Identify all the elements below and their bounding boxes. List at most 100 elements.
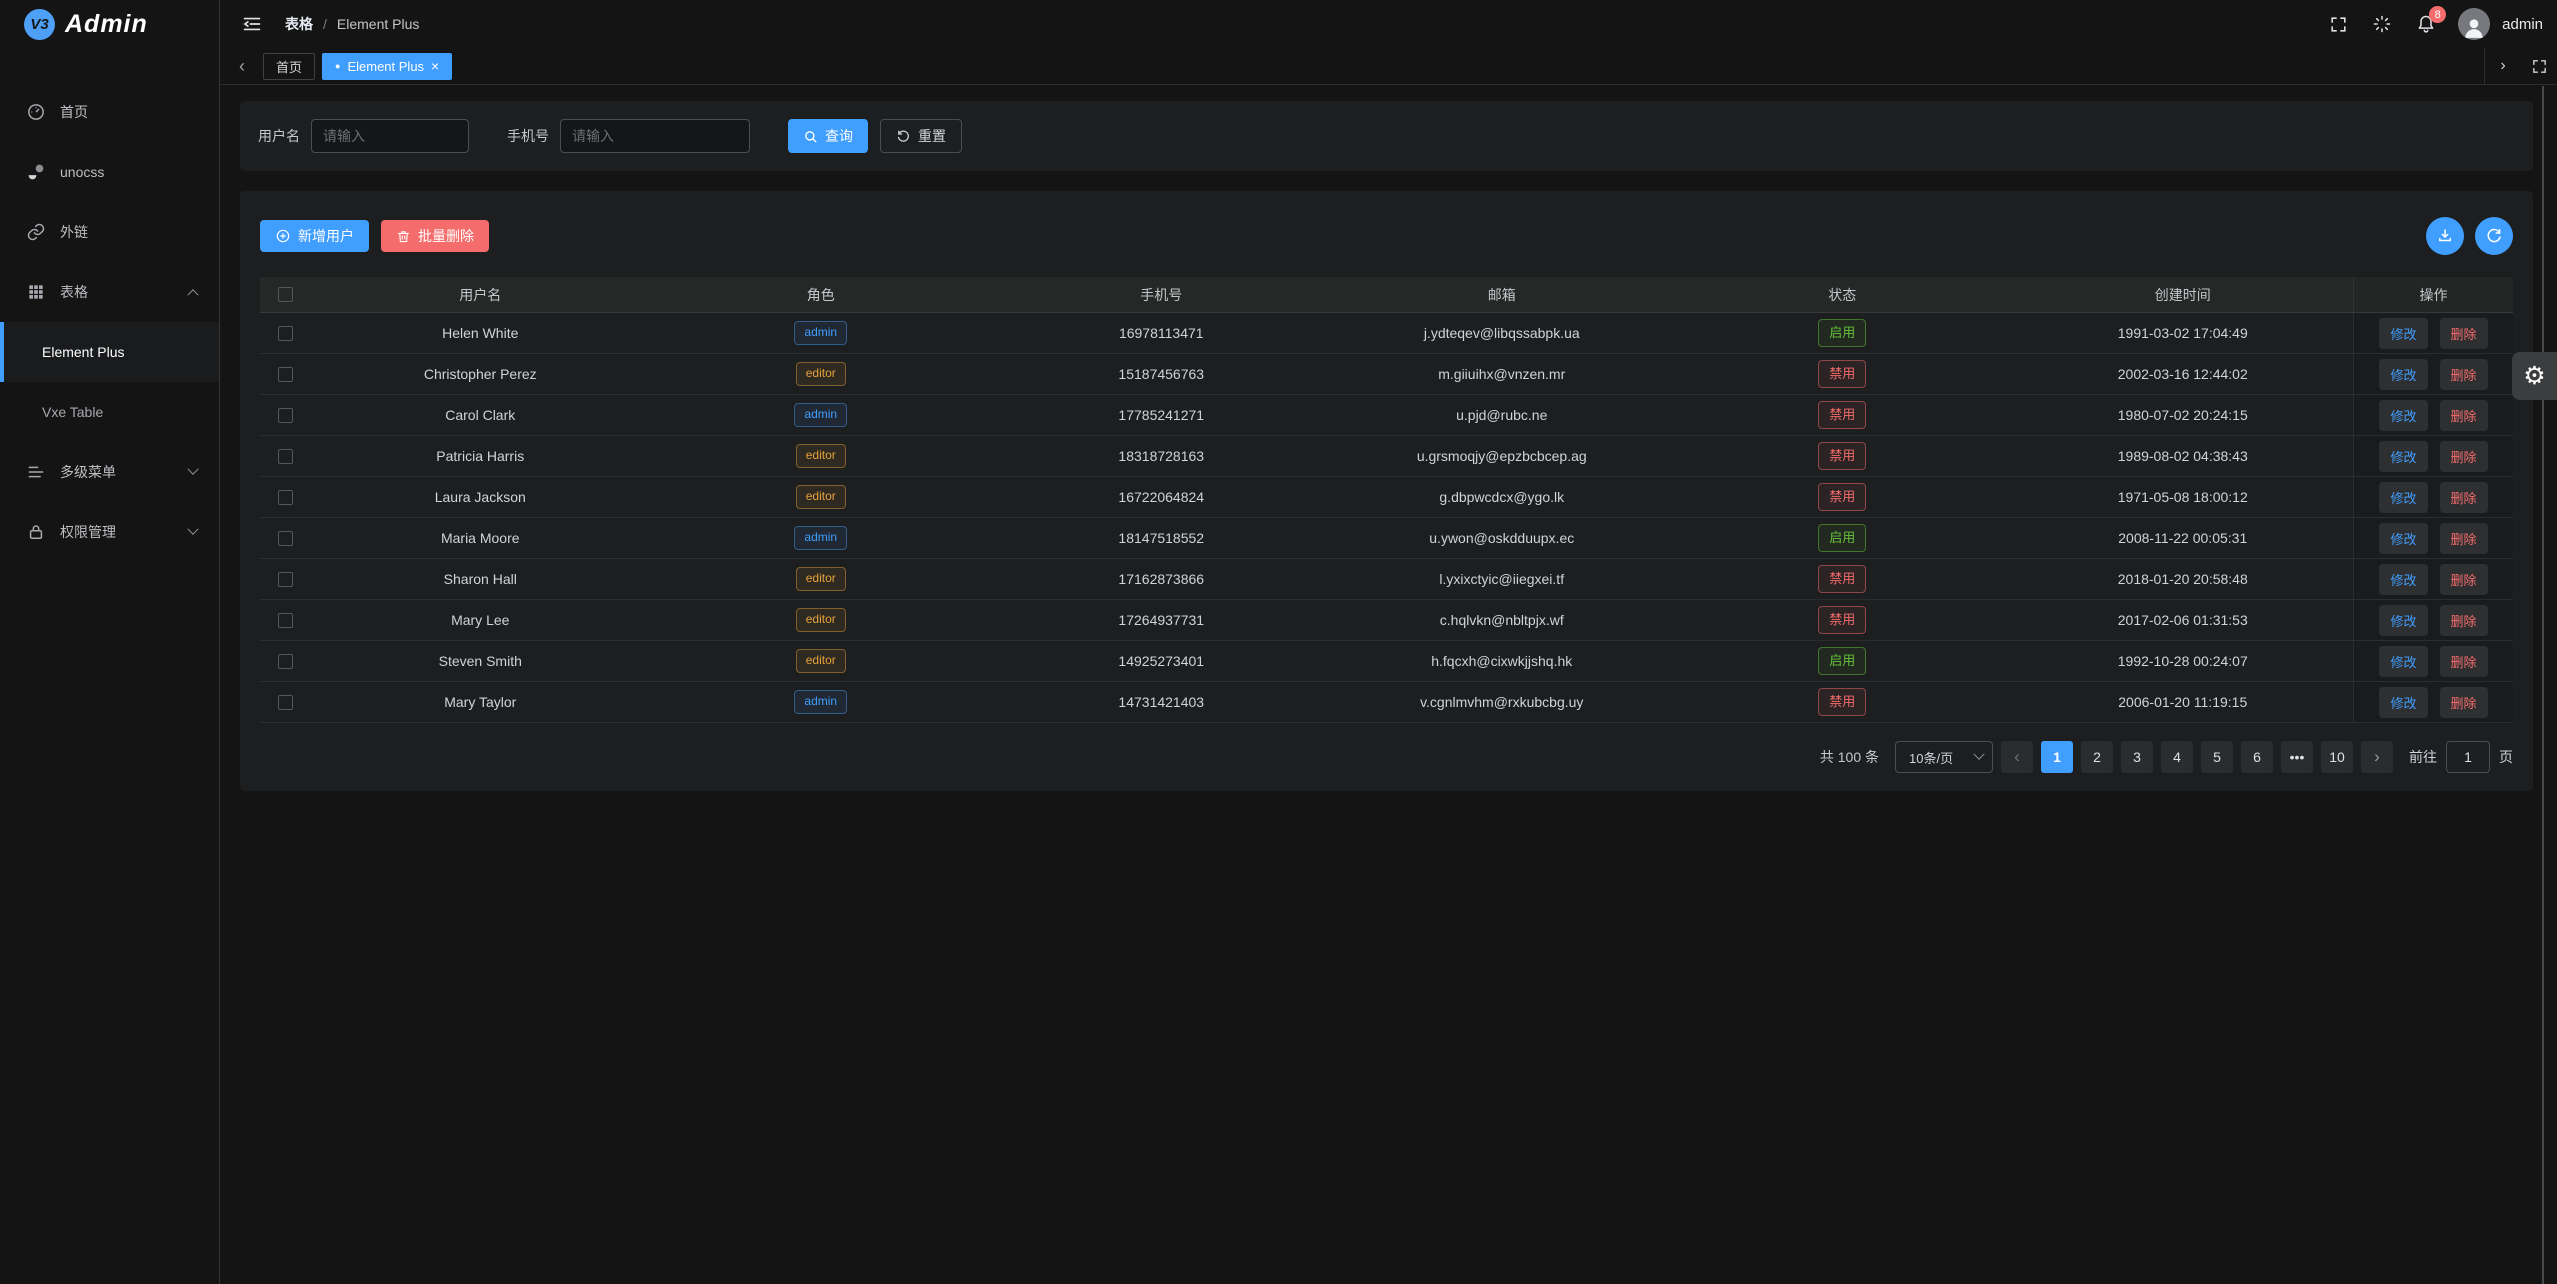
grid-icon [26,282,46,302]
tabs-scroll-left-button[interactable]: ‹ [227,48,257,84]
created-time-cell: 2017-02-06 01:31:53 [2013,600,2354,640]
row-checkbox[interactable] [278,490,293,505]
edit-button[interactable]: 修改 [2379,646,2427,677]
delete-button[interactable]: 删除 [2440,687,2488,718]
settings-gear-button[interactable]: ⚙ [2512,352,2557,400]
role-tag: admin [794,403,847,427]
row-checkbox[interactable] [278,613,293,628]
select-all-checkbox[interactable] [278,287,293,302]
page-button[interactable]: 10 [2321,741,2353,773]
page-button[interactable]: 6 [2241,741,2273,773]
row-checkbox[interactable] [278,449,293,464]
goto-page-input[interactable] [2446,741,2490,773]
download-button[interactable] [2426,217,2464,255]
phone-cell: 15187456763 [991,354,1332,394]
status-tag: 禁用 [1818,401,1866,430]
reset-button-label: 重置 [918,126,946,146]
row-checkbox[interactable] [278,654,293,669]
avatar[interactable] [2458,8,2490,40]
link-icon [26,222,46,242]
notification-bell-icon[interactable]: 8 [2408,6,2444,42]
refresh-button[interactable] [2475,217,2513,255]
delete-button[interactable]: 删除 [2440,646,2488,677]
table-cell: editor [651,354,992,394]
sidebar-item-unocss[interactable]: unocss [0,142,219,202]
table-cell: 启用 [1672,518,2013,558]
query-button-label: 查询 [825,126,853,146]
reset-button[interactable]: 重置 [880,119,962,153]
username[interactable]: admin [2502,16,2543,33]
tab-close-icon[interactable]: × [431,59,439,73]
edit-button[interactable]: 修改 [2379,359,2427,390]
tab-home[interactable]: 首页 [263,53,315,80]
sidebar-item-element-plus[interactable]: Element Plus [0,322,219,382]
table-cell: 禁用 [1672,600,2013,640]
fullscreen-icon[interactable] [2320,6,2356,42]
page-size-select[interactable]: 10条/页 [1895,741,1993,773]
role-tag: editor [796,649,846,673]
user-name-cell: Maria Moore [310,518,651,558]
username-input[interactable] [311,119,469,153]
delete-button[interactable]: 删除 [2440,318,2488,349]
table-cell: 禁用 [1672,395,2013,435]
next-page-button[interactable]: › [2361,741,2393,773]
edit-button[interactable]: 修改 [2379,523,2427,554]
row-checkbox[interactable] [278,531,293,546]
scrollbar[interactable] [2542,86,2544,1284]
delete-button[interactable]: 删除 [2440,482,2488,513]
sidebar-item-home[interactable]: 首页 [0,82,219,142]
table-cell: 修改删除 [2353,518,2513,558]
table-panel: 新增用户 批量删除 [240,191,2533,791]
sidebar-item-external-link[interactable]: 外链 [0,202,219,262]
phone-cell: 17162873866 [991,559,1332,599]
tab-element-plus[interactable]: ● Element Plus × [322,53,452,80]
edit-button[interactable]: 修改 [2379,605,2427,636]
edit-button[interactable]: 修改 [2379,318,2427,349]
batch-delete-button[interactable]: 批量删除 [381,220,489,252]
query-button[interactable]: 查询 [788,119,868,153]
delete-button[interactable]: 删除 [2440,359,2488,390]
page-button[interactable]: 5 [2201,741,2233,773]
phone-input[interactable] [560,119,750,153]
phone-cell: 16722064824 [991,477,1332,517]
sidebar-item-tables[interactable]: 表格 [0,262,219,322]
column-header: 邮箱 [1332,277,1673,312]
table-cell: 禁用 [1672,559,2013,599]
row-checkbox[interactable] [278,572,293,587]
content-fullscreen-icon[interactable] [2521,48,2557,84]
page-button[interactable]: 3 [2121,741,2153,773]
sidebar-collapse-button[interactable] [237,9,267,39]
more-pages-button[interactable]: ••• [2281,741,2313,773]
delete-button[interactable]: 删除 [2440,523,2488,554]
edit-button[interactable]: 修改 [2379,687,2427,718]
edit-button[interactable]: 修改 [2379,400,2427,431]
role-tag: editor [796,362,846,386]
add-user-button-label: 新增用户 [298,226,354,246]
sidebar-item-multi-level-menu[interactable]: 多级菜单 [0,442,219,502]
add-user-button[interactable]: 新增用户 [260,220,369,252]
breadcrumb-item[interactable]: 表格 [285,14,313,34]
sidebar-item-vxe-table[interactable]: Vxe Table [0,382,219,442]
row-checkbox[interactable] [278,367,293,382]
page-button[interactable]: 4 [2161,741,2193,773]
edit-button[interactable]: 修改 [2379,564,2427,595]
theme-switch-icon[interactable] [2364,6,2400,42]
prev-page-button[interactable]: ‹ [2001,741,2033,773]
row-checkbox[interactable] [278,408,293,423]
row-checkbox[interactable] [278,695,293,710]
page-button[interactable]: 1 [2041,741,2073,773]
column-header: 手机号 [991,277,1332,312]
edit-button[interactable]: 修改 [2379,441,2427,472]
row-checkbox[interactable] [278,326,293,341]
delete-button[interactable]: 删除 [2440,605,2488,636]
role-tag: editor [796,608,846,632]
delete-button[interactable]: 删除 [2440,564,2488,595]
delete-button[interactable]: 删除 [2440,441,2488,472]
app-logo[interactable]: V3 Admin [0,0,219,48]
edit-button[interactable]: 修改 [2379,482,2427,513]
page-button[interactable]: 2 [2081,741,2113,773]
delete-button[interactable]: 删除 [2440,400,2488,431]
tabs-scroll-right-button[interactable]: › [2485,48,2521,84]
email-cell: c.hqlvkn@nbltpjx.wf [1332,600,1673,640]
sidebar-item-permissions[interactable]: 权限管理 [0,502,219,562]
